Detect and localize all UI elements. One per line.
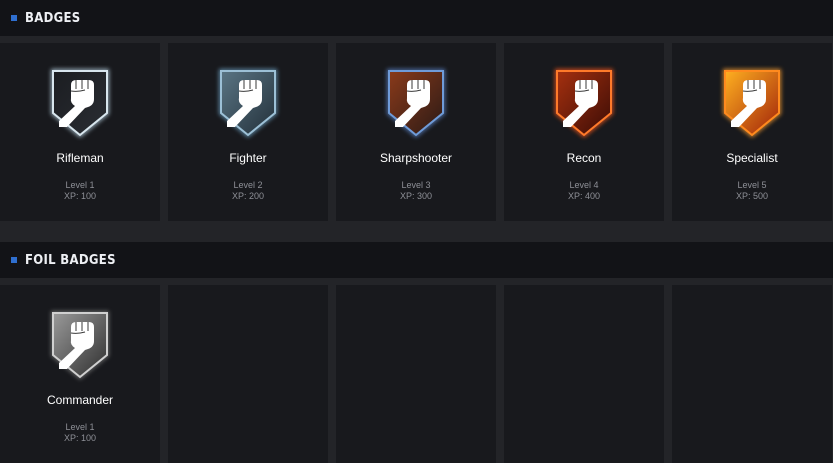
badges-grid: Rifleman Level 1 XP: 100 Fighter Level 2… (0, 43, 833, 221)
badge-name: Commander (46, 393, 114, 407)
badge-name: Fighter (229, 151, 267, 165)
foil-badges-grid: Commander Level 1 XP: 100 (0, 285, 833, 463)
badge-level: Level 1 (65, 180, 95, 190)
empty-badge-slot (504, 285, 664, 463)
fist-shield-icon (51, 69, 109, 138)
badge-xp: XP: 400 (567, 191, 601, 201)
badge-card-commander[interactable]: Commander Level 1 XP: 100 (0, 285, 160, 463)
badge-level: Level 2 (233, 180, 263, 190)
badge-card-fighter[interactable]: Fighter Level 2 XP: 200 (168, 43, 328, 221)
badge-xp: XP: 100 (63, 433, 97, 443)
section-bullet-icon (11, 15, 17, 21)
section-title: BADGES (25, 10, 81, 26)
badge-name: Rifleman (56, 151, 104, 165)
badge-card-recon[interactable]: Recon Level 4 XP: 400 (504, 43, 664, 221)
empty-badge-slot (672, 285, 832, 463)
badge-level: Level 5 (737, 180, 767, 190)
badges-section-header: BADGES (0, 0, 833, 36)
badge-card-rifleman[interactable]: Rifleman Level 1 XP: 100 (0, 43, 160, 221)
fist-shield-icon (387, 69, 445, 138)
fist-shield-icon (555, 69, 613, 138)
badge-name: Sharpshooter (379, 151, 453, 165)
badge-xp: XP: 300 (399, 191, 433, 201)
section-bullet-icon (11, 257, 17, 263)
fist-shield-icon (51, 311, 109, 380)
badge-card-sharpshooter[interactable]: Sharpshooter Level 3 XP: 300 (336, 43, 496, 221)
empty-badge-slot (168, 285, 328, 463)
empty-badge-slot (336, 285, 496, 463)
badge-level: Level 4 (569, 180, 599, 190)
fist-shield-icon (219, 69, 277, 138)
badge-card-specialist[interactable]: Specialist Level 5 XP: 500 (672, 43, 832, 221)
section-title: FOIL BADGES (25, 252, 116, 268)
badge-level: Level 1 (65, 422, 95, 432)
foil-badges-section-header: FOIL BADGES (0, 242, 833, 278)
badge-name: Recon (566, 151, 602, 165)
badge-name: Specialist (726, 151, 778, 165)
badge-xp: XP: 100 (63, 191, 97, 201)
badge-xp: XP: 500 (735, 191, 769, 201)
badge-level: Level 3 (401, 180, 431, 190)
badge-xp: XP: 200 (231, 191, 265, 201)
fist-shield-icon (723, 69, 781, 138)
